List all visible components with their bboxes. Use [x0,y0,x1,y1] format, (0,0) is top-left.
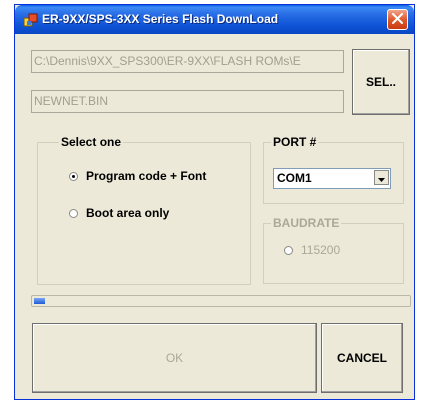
close-button[interactable] [387,9,408,30]
radio-baudrate-115200[interactable]: 115200 [284,243,340,257]
radio-button-checked[interactable] [69,171,78,181]
baudrate-label: BAUDRATE [271,216,342,230]
file-name-field[interactable]: NEWNET.BIN [31,90,344,113]
radio-button[interactable] [69,208,78,218]
radio-boot-area-only[interactable]: Boot area only [69,206,169,220]
app-icon [23,12,39,28]
progress-fill [34,298,45,304]
radio-button[interactable] [284,245,293,255]
file-path-field[interactable]: C:\Dennis\9XX_SPS300\ER-9XX\FLASH ROMs\E [31,50,344,73]
select-file-button[interactable]: SEL.. [352,49,410,115]
port-select[interactable]: COM1 [273,168,391,189]
port-select-value: COM1 [277,171,312,185]
radio-label: Program code + Font [86,169,207,183]
chevron-down-icon [378,169,385,187]
radio-program-code-font[interactable]: Program code + Font [69,169,206,183]
title-bar[interactable]: ER-9XX/SPS-3XX Series Flash DownLoad [15,5,414,34]
close-icon [392,11,403,29]
window-title: ER-9XX/SPS-3XX Series Flash DownLoad [42,12,279,26]
port-dropdown-button[interactable] [374,170,389,185]
download-progress-bar [31,295,411,307]
cancel-button[interactable]: CANCEL [321,323,403,393]
ok-button[interactable]: OK [32,323,317,393]
port-label: PORT # [271,135,319,149]
select-one-label: Select one [59,135,124,149]
radio-label: 115200 [301,243,341,257]
flash-download-window: ER-9XX/SPS-3XX Series Flash DownLoad C:\… [14,4,415,400]
radio-label: Boot area only [86,206,170,220]
